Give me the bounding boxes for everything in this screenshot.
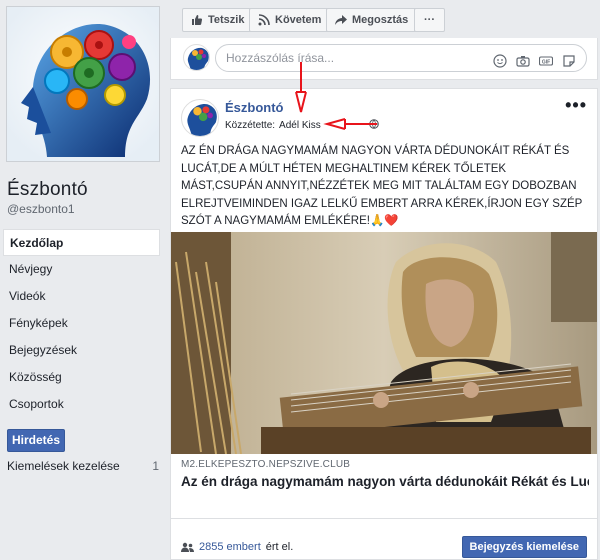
brain-gears-image	[7, 7, 159, 161]
more-actions-label: ···	[424, 14, 435, 26]
sticker-icon[interactable]	[562, 51, 576, 67]
like-label: Tetszik	[208, 14, 245, 26]
globe-icon[interactable]	[368, 119, 379, 132]
comment-input[interactable]: Hozzászólás írása... GIF	[215, 44, 587, 72]
promote-button[interactable]: Hirdetés	[7, 429, 65, 452]
link-domain[interactable]: M2.ELKEPESZTO.NEPSZIVE.CLUB	[181, 459, 350, 470]
comment-placeholder: Hozzászólás írása...	[226, 51, 335, 65]
page-name[interactable]: Észbontó	[7, 179, 88, 201]
reach-count[interactable]: 2855 embert	[199, 541, 261, 553]
people-icon	[181, 542, 194, 552]
share-label: Megosztás	[352, 14, 409, 26]
manage-highlights-count: 1	[152, 459, 159, 473]
page-handle[interactable]: @eszbonto1	[7, 202, 75, 216]
post-body-text: AZ ÉN DRÁGA NAGYMAMÁM NAGYON VÁRTA DÉDUN…	[181, 145, 583, 227]
posted-by-name[interactable]: Adél Kiss	[279, 120, 321, 131]
comment-tools: GIF	[493, 51, 576, 68]
comment-composer: Hozzászólás írása... GIF	[170, 38, 598, 80]
share-button[interactable]: Megosztás	[326, 8, 418, 32]
page-nav: Kezdőlap Névjegy Videók Fényképek Bejegy…	[3, 229, 160, 418]
more-actions-button[interactable]: ···	[414, 8, 445, 32]
share-arrow-icon	[335, 15, 347, 25]
post-options-button[interactable]: •••	[565, 95, 587, 116]
reach-suffix: ért el.	[265, 541, 294, 553]
camera-icon[interactable]	[516, 51, 530, 67]
brain-gears-thumb	[187, 103, 217, 136]
nav-item-home[interactable]: Kezdőlap	[3, 229, 160, 256]
post-author-name[interactable]: Észbontó	[225, 100, 284, 115]
like-button[interactable]: Tetszik	[182, 8, 254, 32]
emoji-icon[interactable]	[493, 51, 507, 68]
follow-label: Követem	[275, 14, 322, 26]
boost-post-button[interactable]: Bejegyzés kiemelése	[461, 536, 587, 558]
gif-icon[interactable]: GIF	[538, 51, 554, 66]
link-title[interactable]: Az én drága nagymamám nagyon várta dédun…	[181, 473, 589, 491]
page-action-bar: Tetszik Követem Megosztás ···	[170, 0, 598, 38]
brain-gears-thumb	[187, 47, 209, 70]
follow-button[interactable]: Követem	[249, 8, 331, 32]
divider	[171, 518, 597, 519]
post-card: Észbontó Közzétette: Adél Kiss ••• AZ ÉN…	[170, 88, 598, 560]
nav-item-groups[interactable]: Csoportok	[3, 391, 160, 418]
thumbs-up-icon	[192, 15, 203, 25]
commenter-avatar	[183, 44, 210, 71]
nav-item-photos[interactable]: Fényképek	[3, 310, 160, 337]
left-column: Észbontó @eszbonto1 Kezdőlap Névjegy Vid…	[0, 0, 168, 560]
old-woman-weaving-photo	[171, 232, 597, 454]
post-author-avatar[interactable]	[181, 99, 219, 137]
nav-item-posts[interactable]: Bejegyzések	[3, 337, 160, 364]
manage-highlights-label: Kiemelések kezelése	[7, 459, 120, 473]
nav-item-about[interactable]: Névjegy	[3, 256, 160, 283]
rss-icon	[258, 14, 270, 26]
post-reach: 2855 embert ért el.	[181, 541, 293, 553]
svg-text:GIF: GIF	[542, 59, 550, 65]
page-profile-picture[interactable]	[6, 6, 160, 162]
posted-by-label: Közzétette:	[225, 120, 276, 131]
post-meta: Közzétette: Adél Kiss	[225, 119, 379, 132]
manage-highlights[interactable]: Kiemelések kezelése 1	[7, 459, 159, 473]
nav-item-community[interactable]: Közösség	[3, 364, 160, 391]
nav-item-videos[interactable]: Videók	[3, 283, 160, 310]
post-link-image[interactable]	[171, 232, 597, 454]
